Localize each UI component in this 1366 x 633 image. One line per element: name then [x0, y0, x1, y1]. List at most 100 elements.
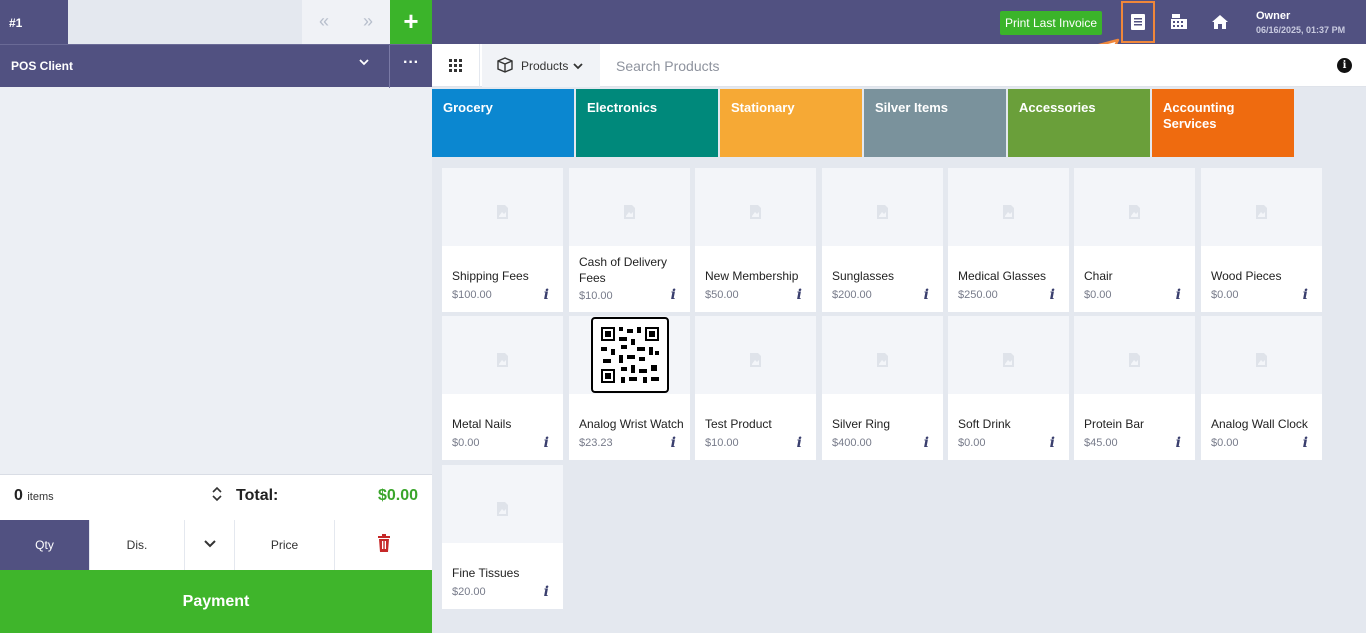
- total-value: $0.00: [377, 487, 418, 504]
- items-count-value: 0: [14, 487, 23, 504]
- product-price: $0.00: [452, 437, 480, 449]
- datetime: 06/16/2025, 01:37 PM: [1256, 25, 1346, 35]
- product-image: [695, 316, 816, 394]
- more-options-button[interactable]: ···: [389, 45, 432, 88]
- product-card[interactable]: Wood Pieces $0.00 i: [1201, 168, 1322, 312]
- info-icon[interactable]: i: [924, 435, 929, 451]
- products-dropdown-label: Products: [521, 59, 569, 73]
- product-card[interactable]: Analog Wall Clock $0.00 i: [1201, 316, 1322, 460]
- product-image: [442, 465, 563, 543]
- product-price: $50.00: [705, 289, 739, 301]
- product-card[interactable]: Cash of Delivery Fees $10.00 i: [569, 168, 690, 312]
- product-image: [442, 316, 563, 394]
- qty-button[interactable]: Qty: [0, 520, 90, 570]
- add-order-button[interactable]: +: [390, 0, 432, 44]
- products-dropdown[interactable]: Products: [482, 44, 600, 87]
- product-card[interactable]: Soft Drink $0.00 i: [948, 316, 1069, 460]
- product-image: [822, 316, 943, 394]
- chevron-down-icon[interactable]: [185, 520, 235, 570]
- category-tile[interactable]: Silver Items: [864, 89, 1006, 157]
- image-placeholder-icon: [496, 352, 509, 368]
- chevron-down-icon: [573, 63, 583, 70]
- product-card[interactable]: Shipping Fees $100.00 i: [442, 168, 563, 312]
- delete-button[interactable]: [335, 520, 432, 570]
- product-name: Wood Pieces: [1211, 269, 1282, 283]
- image-placeholder-icon: [749, 352, 762, 368]
- category-tile[interactable]: Electronics: [576, 89, 718, 157]
- trash-icon: [377, 534, 390, 552]
- product-price: $0.00: [1211, 437, 1239, 449]
- grid-icon[interactable]: [432, 44, 480, 87]
- product-card[interactable]: Fine Tissues $20.00 i: [442, 465, 563, 609]
- info-icon[interactable]: i: [924, 287, 929, 303]
- info-icon[interactable]: i: [1337, 58, 1352, 73]
- info-icon[interactable]: i: [544, 584, 549, 600]
- product-card[interactable]: Chair $0.00 i: [1074, 168, 1195, 312]
- category-tile[interactable]: Accounting Services: [1152, 89, 1294, 157]
- order-tabs-area: [68, 0, 302, 44]
- info-icon[interactable]: i: [671, 435, 676, 451]
- info-icon[interactable]: i: [1050, 435, 1055, 451]
- product-card[interactable]: Test Product $10.00 i: [695, 316, 816, 460]
- price-button[interactable]: Price: [235, 520, 335, 570]
- client-selector[interactable]: POS Client ···: [0, 44, 432, 88]
- client-name: POS Client: [11, 59, 74, 73]
- product-card[interactable]: Protein Bar $45.00 i: [1074, 316, 1195, 460]
- product-card[interactable]: New Membership $50.00 i: [695, 168, 816, 312]
- print-last-invoice-button[interactable]: Print Last Invoice: [1000, 11, 1102, 35]
- product-image: [569, 316, 690, 394]
- info-icon[interactable]: i: [797, 287, 802, 303]
- image-placeholder-icon: [496, 501, 509, 517]
- product-name: Silver Ring: [832, 417, 891, 431]
- product-image: [948, 316, 1069, 394]
- category-tile[interactable]: Accessories: [1008, 89, 1150, 157]
- info-icon[interactable]: i: [1176, 287, 1181, 303]
- items-label: items: [27, 491, 54, 503]
- order-tabs-bar: #1 « » +: [0, 0, 432, 44]
- info-icon[interactable]: i: [1176, 435, 1181, 451]
- top-bar: Print Last Invoice Owner 06/16/2025, 01:…: [432, 0, 1366, 44]
- product-image: [822, 168, 943, 246]
- image-placeholder-icon: [749, 204, 762, 220]
- cash-register-icon[interactable]: [1162, 0, 1196, 44]
- product-card[interactable]: Silver Ring $400.00 i: [822, 316, 943, 460]
- product-card[interactable]: Analog Wrist Watch $23.23 i: [569, 316, 690, 460]
- search-input[interactable]: [604, 50, 1204, 82]
- product-name: Metal Nails: [452, 417, 512, 431]
- product-name: Analog Wrist Watch: [579, 417, 684, 431]
- product-price: $250.00: [958, 289, 998, 301]
- product-image: [1201, 316, 1322, 394]
- product-card[interactable]: Sunglasses $200.00 i: [822, 168, 943, 312]
- image-placeholder-icon: [876, 352, 889, 368]
- payment-button[interactable]: Payment: [0, 570, 432, 633]
- order-tab[interactable]: #1: [0, 0, 68, 44]
- chevron-double-right-icon[interactable]: »: [346, 0, 390, 44]
- discount-button[interactable]: Dis.: [90, 520, 185, 570]
- info-icon[interactable]: i: [1303, 287, 1308, 303]
- sort-icon[interactable]: [212, 486, 222, 502]
- info-icon[interactable]: i: [797, 435, 802, 451]
- product-image: [569, 168, 690, 246]
- category-tile[interactable]: Stationary: [720, 89, 862, 157]
- product-price: $0.00: [1211, 289, 1239, 301]
- home-icon[interactable]: [1203, 0, 1237, 44]
- category-tile[interactable]: Grocery: [432, 89, 574, 157]
- product-name: Analog Wall Clock: [1211, 417, 1308, 431]
- info-icon[interactable]: i: [544, 435, 549, 451]
- product-price: $400.00: [832, 437, 872, 449]
- user-name[interactable]: Owner: [1256, 10, 1290, 22]
- info-icon[interactable]: i: [544, 287, 549, 303]
- image-placeholder-icon: [876, 204, 889, 220]
- chevron-down-icon[interactable]: [358, 55, 370, 71]
- product-name: Test Product: [705, 417, 772, 431]
- chevron-double-left-icon[interactable]: «: [302, 0, 346, 44]
- product-card[interactable]: Medical Glasses $250.00 i: [948, 168, 1069, 312]
- info-icon[interactable]: i: [1050, 287, 1055, 303]
- product-name: Shipping Fees: [452, 269, 529, 283]
- product-image: [442, 168, 563, 246]
- product-price: $23.23: [579, 437, 613, 449]
- info-icon[interactable]: i: [1303, 435, 1308, 451]
- order-panel: #1 « » + POS Client ··· 0 items Total: $…: [0, 0, 432, 633]
- info-icon[interactable]: i: [671, 287, 676, 303]
- product-card[interactable]: Metal Nails $0.00 i: [442, 316, 563, 460]
